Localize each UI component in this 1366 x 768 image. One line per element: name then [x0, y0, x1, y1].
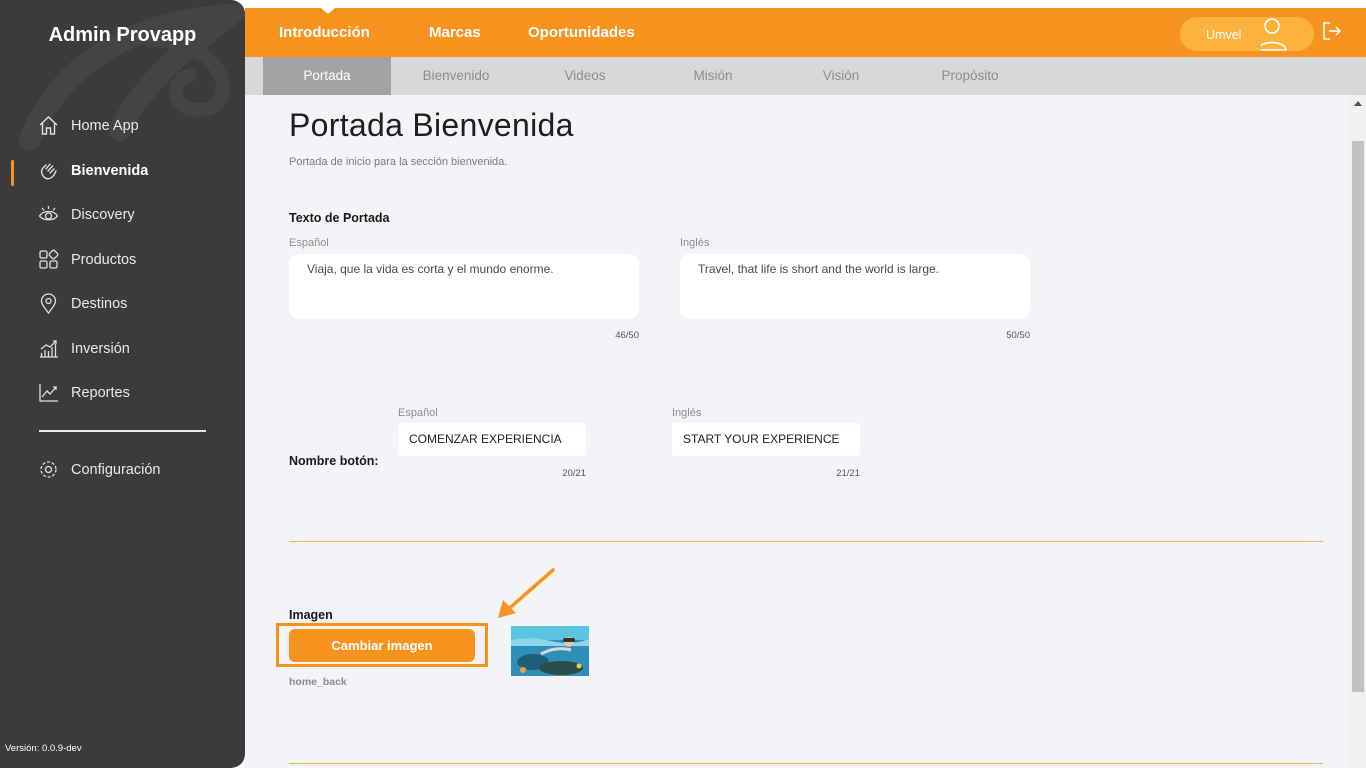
sidebar-item-label: Reportes [71, 384, 130, 401]
tab-marcas[interactable]: Marcas [429, 24, 481, 41]
button-name-es-input[interactable]: COMENZAR EXPERIENCIA [398, 423, 586, 456]
active-tab-notch [321, 8, 335, 14]
sidebar-item-label: Discovery [71, 206, 135, 223]
sidebar-item-discovery[interactable]: Discovery [38, 204, 135, 225]
button-name-en-counter: 21/21 [836, 468, 860, 479]
tab-oportunidades[interactable]: Oportunidades [528, 24, 635, 41]
sidebar: Admin Provapp Home App Bienvenida Discov… [0, 0, 245, 768]
cover-text-es-textarea[interactable]: Viaja, que la vida es corta y el mundo e… [289, 254, 639, 319]
subtab-portada[interactable]: Portada [263, 57, 391, 95]
cover-text-es-label: Español [289, 237, 329, 249]
cover-text-en-textarea[interactable]: Travel, that life is short and the world… [680, 254, 1030, 319]
subtab-bienvenido[interactable]: Bienvenido [391, 57, 521, 95]
vertical-scrollbar[interactable] [1350, 95, 1366, 768]
sidebar-item-label: Destinos [71, 295, 128, 312]
tab-introduccion[interactable]: Introducción [279, 24, 370, 41]
app-brand: Admin Provapp [48, 24, 197, 46]
button-name-en-label: Inglés [672, 407, 702, 419]
sidebar-item-productos[interactable]: Productos [38, 249, 136, 270]
change-image-button[interactable]: Cambiar imagen [289, 629, 475, 662]
button-name-en-input[interactable]: START YOUR EXPERIENCE [672, 423, 860, 456]
image-thumbnail [511, 626, 589, 676]
button-name-es-counter: 20/21 [562, 468, 586, 479]
subtab-vision[interactable]: Visión [777, 57, 905, 95]
line-chart-icon [38, 382, 59, 403]
cover-text-es-counter: 46/50 [615, 330, 639, 341]
image-section-title: Imagen [289, 608, 333, 622]
sidebar-item-label: Productos [71, 251, 137, 268]
sidebar-item-destinos[interactable]: Destinos [38, 293, 127, 314]
sidebar-item-label: Configuración [71, 461, 161, 478]
sidebar-item-bienvenida[interactable]: Bienvenida [38, 160, 148, 181]
grid-icon [38, 249, 59, 270]
annotation-arrow-icon [498, 568, 555, 618]
sidebar-item-label: Inversión [71, 340, 130, 357]
cover-text-en-counter: 50/50 [1006, 330, 1030, 341]
user-name: Umvel [1206, 28, 1242, 42]
sidebar-item-home-app[interactable]: Home App [38, 115, 139, 136]
logout-icon[interactable] [1321, 20, 1343, 42]
user-avatar-icon [1257, 18, 1295, 52]
sidebar-item-label: Home App [71, 117, 139, 134]
scrollbar-thumb[interactable] [1352, 141, 1364, 692]
subtabs-bar: Portada Bienvenido Videos Misión Visión … [245, 57, 1366, 95]
sidebar-item-inversion[interactable]: Inversión [38, 338, 130, 359]
user-menu[interactable]: Umvel [1180, 17, 1314, 51]
subtab-mision[interactable]: Misión [649, 57, 777, 95]
home-icon [38, 115, 59, 136]
sidebar-item-configuracion[interactable]: Configuración [38, 459, 160, 480]
location-pin-icon [38, 293, 59, 314]
eye-icon [38, 204, 59, 225]
waving-hand-icon [38, 160, 59, 181]
page-title: Portada Bienvenida [289, 107, 574, 143]
image-filename: home_back [289, 676, 347, 688]
subtab-proposito[interactable]: Propósito [906, 57, 1034, 95]
version-label: Versión: 0.0.9-dev [5, 743, 82, 754]
sidebar-divider [39, 430, 206, 432]
sidebar-item-label: Bienvenida [71, 162, 149, 179]
page-subtitle: Portada de inicio para la sección bienve… [289, 156, 508, 168]
scroll-up-arrow-icon[interactable] [1354, 101, 1362, 106]
bottom-divider [289, 763, 1323, 764]
active-indicator [11, 160, 14, 186]
button-name-es-label: Español [398, 407, 438, 419]
gear-icon [38, 459, 59, 480]
top-navbar: Introducción Marcas Oportunidades Umvel [245, 8, 1366, 57]
cover-text-section-title: Texto de Portada [289, 211, 390, 225]
button-name-section-title: Nombre botón: [289, 454, 379, 468]
bar-chart-icon [38, 338, 59, 359]
sidebar-item-reportes[interactable]: Reportes [38, 382, 130, 403]
cover-text-en-label: Inglés [680, 237, 710, 249]
section-divider [289, 541, 1323, 542]
subtab-videos[interactable]: Videos [521, 57, 649, 95]
